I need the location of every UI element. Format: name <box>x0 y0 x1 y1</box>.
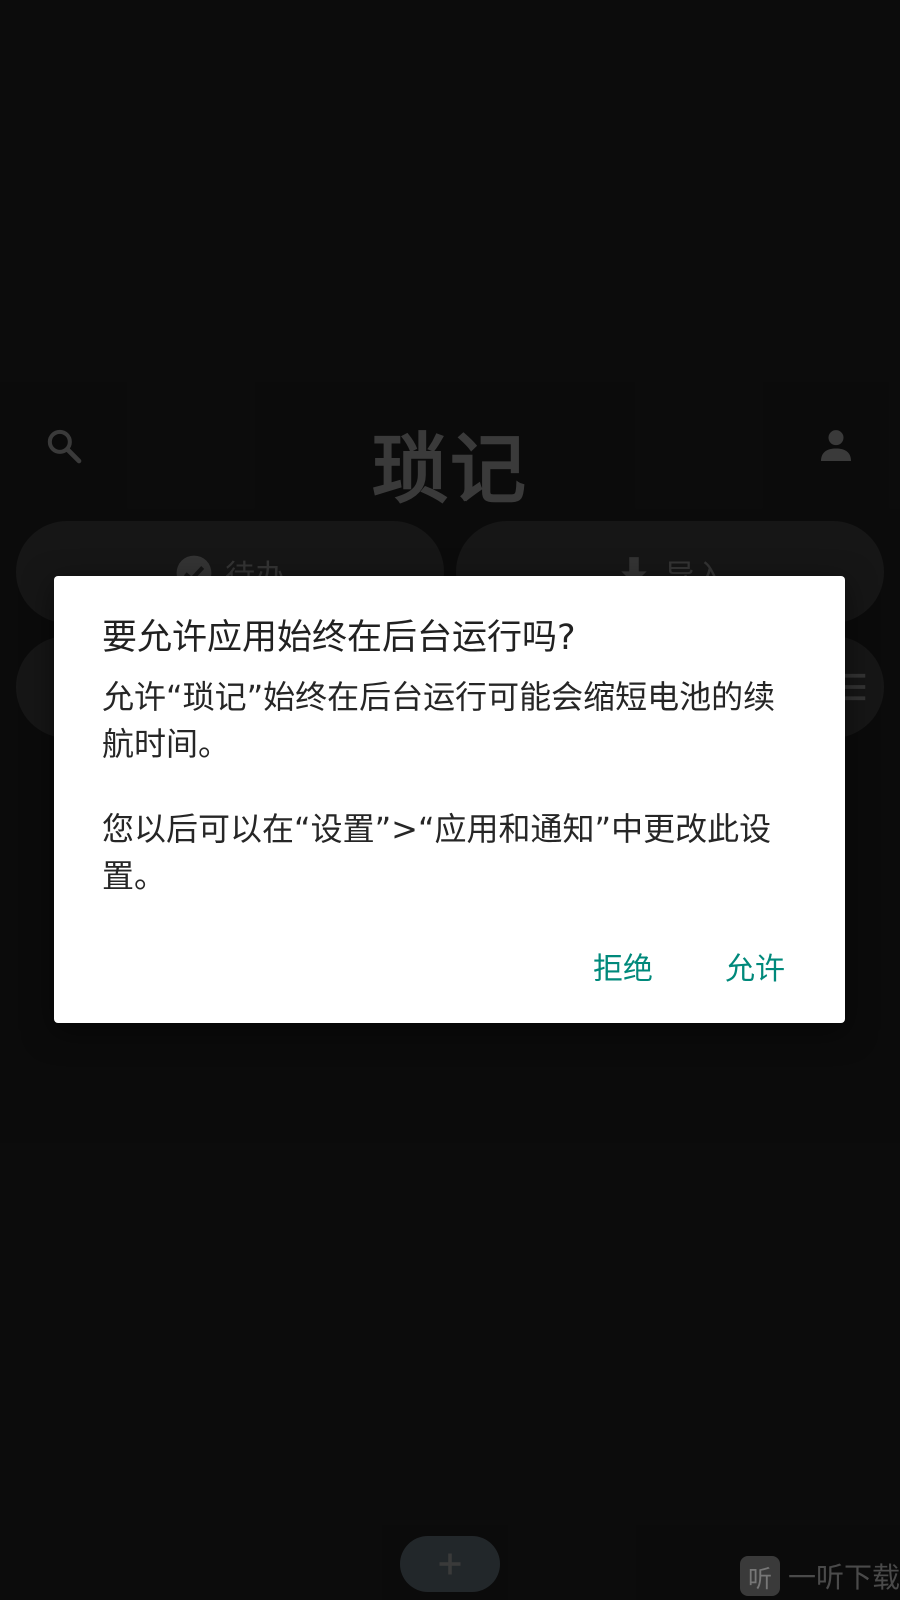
deny-button[interactable]: 拒绝 <box>573 936 673 996</box>
dialog-body: 允许“琐记”始终在后台运行可能会缩短电池的续航时间。 您以后可以在“设置”>“应… <box>102 674 802 938</box>
background-permission-dialog: 要允许应用始终在后台运行吗? 允许“琐记”始终在后台运行可能会缩短电池的续航时间… <box>54 576 845 1023</box>
dialog-title: 要允许应用始终在后台运行吗? <box>102 618 576 658</box>
allow-button[interactable]: 允许 <box>705 936 805 996</box>
watermark-logo: 听 <box>740 1556 780 1596</box>
watermark-text: 一听下载 <box>788 1561 900 1594</box>
dialog-message-settings: 您以后可以在“设置”>“应用和通知”中更改此设置。 <box>102 810 772 895</box>
dialog-actions: 拒绝 允许 <box>573 936 805 996</box>
watermark: 听 一听下载 <box>740 1556 900 1596</box>
dialog-message-battery: 允许“琐记”始终在后台运行可能会缩短电池的续航时间。 <box>102 678 776 763</box>
